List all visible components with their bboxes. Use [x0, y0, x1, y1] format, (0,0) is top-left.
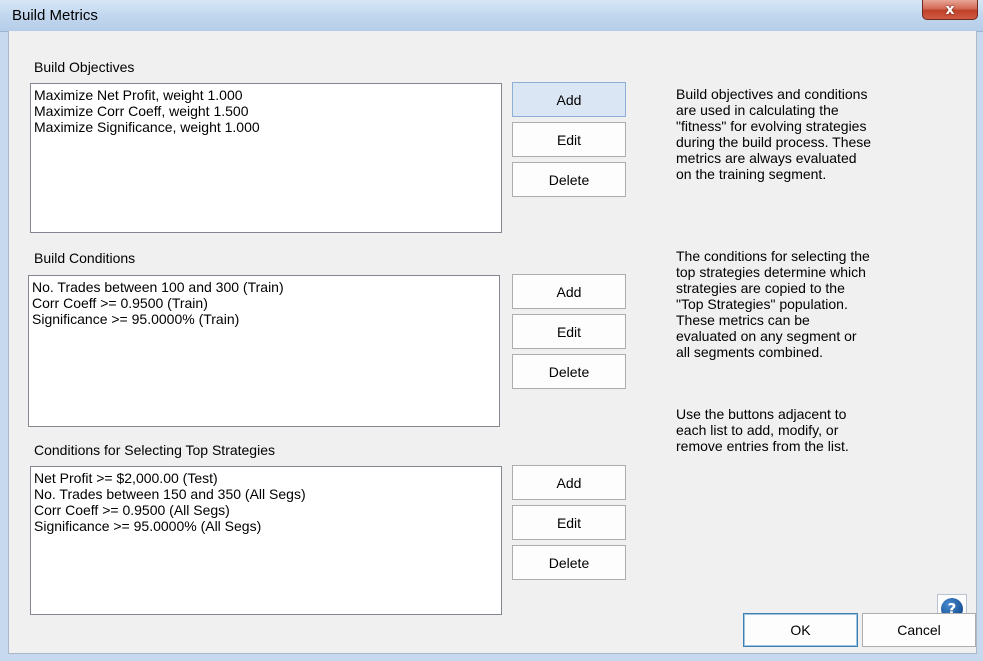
top-strategies-edit-button[interactable]: Edit	[512, 505, 626, 540]
top-strategies-add-button[interactable]: Add	[512, 465, 626, 500]
list-item[interactable]: Significance >= 95.0000% (Train)	[32, 311, 496, 327]
objectives-add-button[interactable]: Add	[512, 82, 626, 117]
build-objectives-label: Build Objectives	[34, 59, 135, 75]
objectives-edit-button[interactable]: Edit	[512, 122, 626, 157]
help-text-top-strategies: The conditions for selecting the top str…	[676, 248, 870, 360]
window-title: Build Metrics	[12, 7, 98, 24]
window-frame-left	[0, 31, 8, 661]
conditions-delete-button[interactable]: Delete	[512, 354, 626, 389]
conditions-edit-button[interactable]: Edit	[512, 314, 626, 349]
conditions-add-button[interactable]: Add	[512, 274, 626, 309]
list-item[interactable]: No. Trades between 100 and 300 (Train)	[32, 279, 496, 295]
top-strategies-delete-button[interactable]: Delete	[512, 545, 626, 580]
close-icon: x	[945, 1, 955, 18]
cancel-button[interactable]: Cancel	[862, 613, 976, 647]
top-strategies-label: Conditions for Selecting Top Strategies	[34, 442, 275, 458]
help-text-buttons: Use the buttons adjacent to each list to…	[676, 406, 849, 454]
list-item[interactable]: Maximize Corr Coeff, weight 1.500	[34, 103, 498, 119]
list-item[interactable]: Corr Coeff >= 0.9500 (Train)	[32, 295, 496, 311]
ok-button[interactable]: OK	[743, 613, 858, 647]
window-frame-bottom	[0, 653, 983, 661]
top-strategies-list[interactable]: Net Profit >= $2,000.00 (Test) No. Trade…	[30, 466, 502, 615]
title-bar[interactable]: Build Metrics x	[0, 0, 983, 32]
list-item[interactable]: Maximize Significance, weight 1.000	[34, 119, 498, 135]
list-item[interactable]: Maximize Net Profit, weight 1.000	[34, 87, 498, 103]
objectives-delete-button[interactable]: Delete	[512, 162, 626, 197]
build-conditions-label: Build Conditions	[34, 250, 136, 266]
list-item[interactable]: Significance >= 95.0000% (All Segs)	[34, 518, 498, 534]
help-text-objectives: Build objectives and conditions are used…	[676, 86, 872, 182]
close-button[interactable]: x	[922, 0, 978, 20]
build-objectives-list[interactable]: Maximize Net Profit, weight 1.000 Maximi…	[30, 83, 502, 233]
list-item[interactable]: No. Trades between 150 and 350 (All Segs…	[34, 486, 498, 502]
build-conditions-list[interactable]: No. Trades between 100 and 300 (Train) C…	[28, 275, 500, 427]
list-item[interactable]: Corr Coeff >= 0.9500 (All Segs)	[34, 502, 498, 518]
list-item[interactable]: Net Profit >= $2,000.00 (Test)	[34, 470, 498, 486]
